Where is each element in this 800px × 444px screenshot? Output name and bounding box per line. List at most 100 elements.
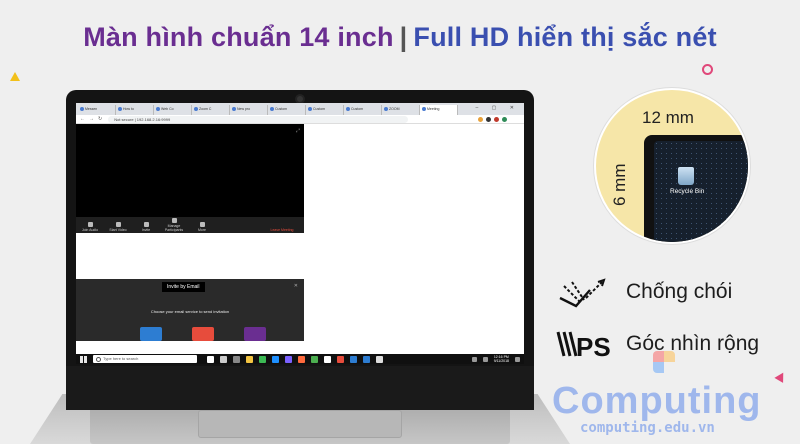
taskbar-app-icon[interactable] [298,355,305,363]
browser-tab[interactable]: Custom [344,105,382,115]
reload-icon[interactable]: ↻ [98,116,102,122]
tab-favicon-icon [118,107,122,112]
taskbar-app-icon[interactable] [324,355,331,363]
profile-icon[interactable] [502,116,508,122]
fullscreen-icon[interactable]: ⤢ [296,128,300,134]
tab-favicon-icon [270,107,274,112]
bezel-height-label: 6 mm [610,163,629,207]
feature-anti-glare-label: Chống chói [626,280,733,303]
leave-meeting-button[interactable]: Leave Meeting [264,228,304,232]
forward-icon[interactable]: → [89,116,94,122]
meeting-control-button[interactable]: Invite [132,222,160,232]
meeting-control-button[interactable]: Join Audio [76,222,104,232]
extension-icon[interactable] [486,116,492,122]
network-icon[interactable] [471,356,477,362]
taskbar-app-icon[interactable] [337,355,344,363]
back-icon[interactable]: ← [80,116,85,122]
meeting-control-icon [199,222,205,227]
heading-part-2: Full HD [413,22,510,52]
taskbar-app-icon[interactable] [233,355,240,363]
laptop-bottom-bezel [66,366,534,410]
tab-label: Messen [85,107,98,111]
meeting-control-label: More [198,228,206,232]
taskbar-app-icon[interactable] [285,355,292,363]
volume-icon[interactable] [482,356,488,362]
laptop-lid: Messen How to Web Co Zoom C New pro Custom Cus… [66,90,534,410]
taskbar-clock[interactable]: 12:16 PM 9/11/2018 [494,355,509,363]
invite-dialog-title: Invite by Email [162,282,205,292]
taskbar-app-icon[interactable] [220,355,227,363]
taskbar-app-icon[interactable] [350,355,357,363]
tab-favicon-icon [194,107,198,112]
anti-glare-icon [559,278,606,308]
email-services [140,327,266,341]
meeting-control-button[interactable]: Start Video [104,222,132,232]
browser-tab[interactable]: Custom [268,105,306,115]
tab-label: Web Co [161,107,174,111]
taskbar-app-icon[interactable] [363,355,370,363]
browser-tab[interactable]: Custom [306,105,344,115]
window-controls[interactable]: – ▢ ✕ [476,105,520,111]
logo-url: computing.edu.vn [580,420,715,436]
browser-tab[interactable]: New pro [230,105,268,115]
feature-wide-viewing-angle-label: Góc nhìn rộng [626,332,760,355]
close-icon[interactable]: ✕ [294,283,298,289]
browser-tab[interactable]: How to [116,105,154,115]
recycle-bin-icon [678,167,694,185]
system-tray: 12:16 PM 9/11/2018 [471,355,520,363]
decor-triangle [10,72,20,81]
taskbar-app-icon[interactable] [311,355,318,363]
tab-favicon-icon [156,107,160,112]
taskbar-app-icon[interactable] [272,355,279,363]
yahoo-mail-icon[interactable] [244,327,266,341]
tab-favicon-icon [80,107,84,112]
taskbar-app-icon[interactable] [207,355,214,363]
gmail-icon[interactable] [192,327,214,341]
bezel-zoom-detail: 12 mm 6 mm Recycle Bin [594,88,750,244]
meeting-controls: Join Audio Start Video Invite Manage Partic… [76,217,304,233]
tab-label: Custom [351,107,364,111]
tab-label: How to [123,107,134,111]
invite-message: Choose your email service to send invita… [150,309,230,314]
decor-triangle-pink [774,370,788,383]
tab-label: New pro [237,107,251,111]
url-field[interactable]: Not secure | 192.168.2.16:9999 [108,115,409,123]
page-heading: Màn hình chuẩn 14 inch | Full HD hiển thị … [0,22,800,53]
browser-tab[interactable]: Meeting [420,105,458,115]
browser-tab[interactable]: Zoom C [192,105,230,115]
meeting-control-icon [87,222,93,227]
browser-tab[interactable]: Messen [78,105,116,115]
taskbar-app-icon[interactable] [246,355,253,363]
clock-date: 9/11/2018 [493,359,509,363]
taskbar-app-icon[interactable] [376,355,383,363]
taskbar-apps [207,355,383,363]
browser-tab[interactable]: Web Co [154,105,192,115]
extension-icon[interactable] [478,116,484,122]
browser-tab[interactable]: ZOOM [382,105,420,115]
taskbar-app-icon[interactable] [259,355,266,363]
ips-icon: PS [556,331,611,360]
recycle-bin-label: Recycle Bin [670,188,705,195]
meeting-control-icon [143,222,149,227]
meeting-control-label: Join Audio [81,228,99,232]
notification-icon[interactable] [515,356,520,362]
meeting-control-button[interactable]: More [188,222,216,232]
laptop-screen: Messen How to Web Co Zoom C New pro Custom Cus… [76,103,524,364]
taskbar-search[interactable]: Type here to search [93,355,197,363]
bezel-width-label: 12 mm [642,108,694,127]
tab-favicon-icon [384,107,388,112]
tab-favicon-icon [308,107,312,112]
computing-logo-icon [653,351,675,373]
windows-start-icon[interactable] [80,355,87,363]
invite-dialog: Invite by Email ✕ Choose your email serv… [76,279,304,341]
outlook-icon[interactable] [140,327,162,341]
meeting-control-icon [171,218,177,223]
tab-label: Custom [275,107,288,111]
browser-extensions [478,116,508,122]
tab-favicon-icon [422,107,426,112]
windows-taskbar: Type here to search 12:16 PM 9/11/2018 [76,354,524,364]
touchpad [198,410,402,438]
extension-icon[interactable] [494,116,500,122]
meeting-control-label: Invite [141,228,151,232]
meeting-control-button[interactable]: Manage Participants [160,218,188,232]
